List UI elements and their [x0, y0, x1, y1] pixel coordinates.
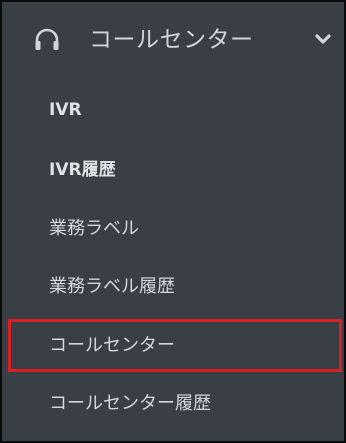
menu-item-call-center-history[interactable]: コールセンター履歴: [4, 376, 346, 432]
headset-icon: [35, 28, 59, 50]
menu-item-label: 業務ラベル: [49, 218, 139, 239]
menu-item-label: IVR履歴: [49, 160, 116, 180]
menu-item-label: コールセンター: [49, 335, 175, 356]
menu-item-label: IVR: [49, 100, 82, 120]
menu-item-business-label-history[interactable]: 業務ラベル履歴: [4, 259, 346, 315]
menu-item-label: 業務ラベル履歴: [49, 276, 175, 297]
sidebar-panel: コールセンター IVR IVR履歴 業務ラベル 業務ラベル履歴 コールセンター …: [0, 0, 346, 443]
menu-item-call-center[interactable]: コールセンター: [4, 318, 346, 374]
chevron-down-icon[interactable]: [315, 33, 331, 45]
menu-item-ivr-history[interactable]: IVR履歴: [4, 142, 346, 198]
section-title: コールセンター: [89, 27, 254, 53]
menu-item-business-label[interactable]: 業務ラベル: [4, 201, 346, 257]
menu-item-label: コールセンター履歴: [49, 393, 211, 414]
menu-item-ivr[interactable]: IVR: [4, 82, 346, 138]
sidebar-section-header[interactable]: コールセンター: [4, 4, 346, 74]
